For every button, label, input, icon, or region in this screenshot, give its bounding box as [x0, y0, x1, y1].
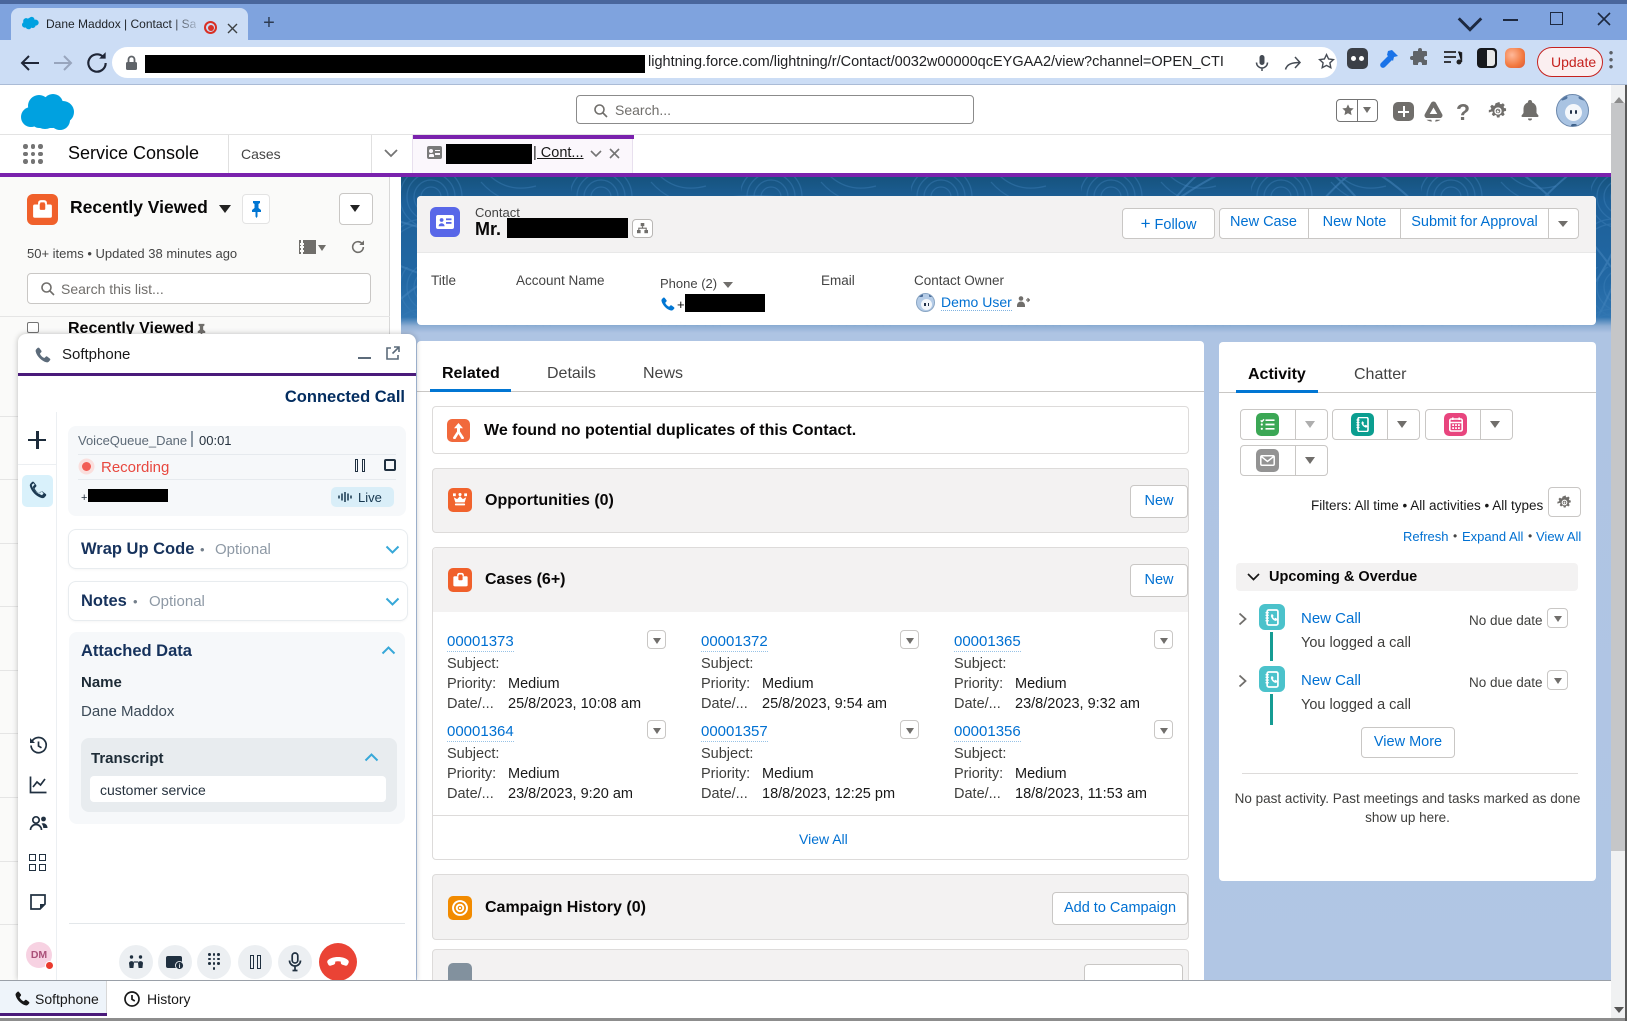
- svg-text:i: i: [179, 963, 181, 970]
